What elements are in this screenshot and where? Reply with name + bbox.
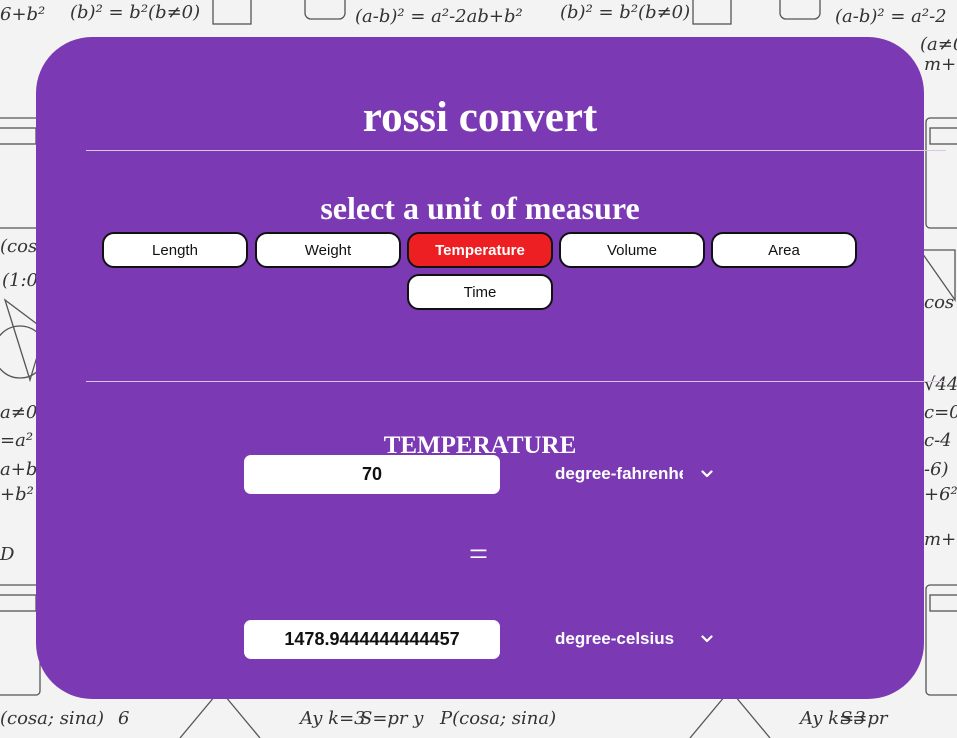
svg-text:(a-b)² = a²-2ab+b²: (a-b)² = a²-2ab+b² <box>355 6 523 27</box>
from-unit-label: degree-fahrenheit <box>555 464 683 483</box>
converter-card: rossi convert select a unit of measure L… <box>36 37 946 699</box>
svg-text:(b)² = b²(b≠0): (b)² = b²(b≠0) <box>560 2 690 23</box>
svg-text:c-4: c-4 <box>924 430 952 451</box>
svg-text:=a²: =a² <box>0 430 33 451</box>
unit-button-time[interactable]: Time <box>407 274 553 310</box>
chevron-down-icon <box>701 470 713 478</box>
divider <box>86 381 946 382</box>
svg-text:+b²: +b² <box>0 484 34 505</box>
svg-text:S=pr: S=pr <box>840 708 889 729</box>
svg-text:(b)² = b²(b≠0): (b)² = b²(b≠0) <box>70 2 200 23</box>
svg-text:(a-b)² = a²-2: (a-b)² = a²-2 <box>835 6 947 27</box>
unit-button-length[interactable]: Length <box>102 232 248 268</box>
unit-button-volume[interactable]: Volume <box>559 232 705 268</box>
svg-text:cos: cos <box>924 292 954 313</box>
svg-text:+6²: +6² <box>924 484 957 505</box>
to-unit-label: degree-celsius <box>555 629 675 648</box>
svg-text:P(cosa; sina): P(cosa; sina) <box>439 708 556 729</box>
chevron-down-icon <box>701 635 713 643</box>
svg-text:(a≠0): (a≠0) <box>920 34 957 55</box>
svg-text:6: 6 <box>118 708 129 729</box>
divider <box>86 150 946 151</box>
to-unit-select[interactable]: degree-celsius <box>550 624 720 654</box>
svg-text:m+n: m+n <box>924 54 957 75</box>
from-unit-select[interactable]: degree-fahrenheit <box>550 459 720 489</box>
unit-button-temperature[interactable]: Temperature <box>407 232 553 268</box>
output-value-field[interactable] <box>244 620 500 659</box>
svg-text:Ay k=3: Ay k=3 <box>298 708 366 729</box>
svg-text:(cosa; sina): (cosa; sina) <box>0 708 104 729</box>
app-title: rossi convert <box>362 94 598 141</box>
equals-sign: = <box>468 536 489 573</box>
svg-text:6+b²: 6+b² <box>0 4 45 25</box>
input-value-field[interactable] <box>244 455 500 494</box>
unit-button-weight[interactable]: Weight <box>255 232 401 268</box>
svg-text:c=0,: c=0, <box>924 402 957 423</box>
unit-button-area[interactable]: Area <box>711 232 857 268</box>
svg-text:-6): -6) <box>924 459 949 480</box>
svg-text:S=pr y: S=pr y <box>360 708 424 729</box>
svg-text:√44: √44 <box>924 374 957 395</box>
unit-selector-heading: select a unit of measure <box>320 190 640 226</box>
svg-text:a≠0: a≠0 <box>0 402 37 423</box>
